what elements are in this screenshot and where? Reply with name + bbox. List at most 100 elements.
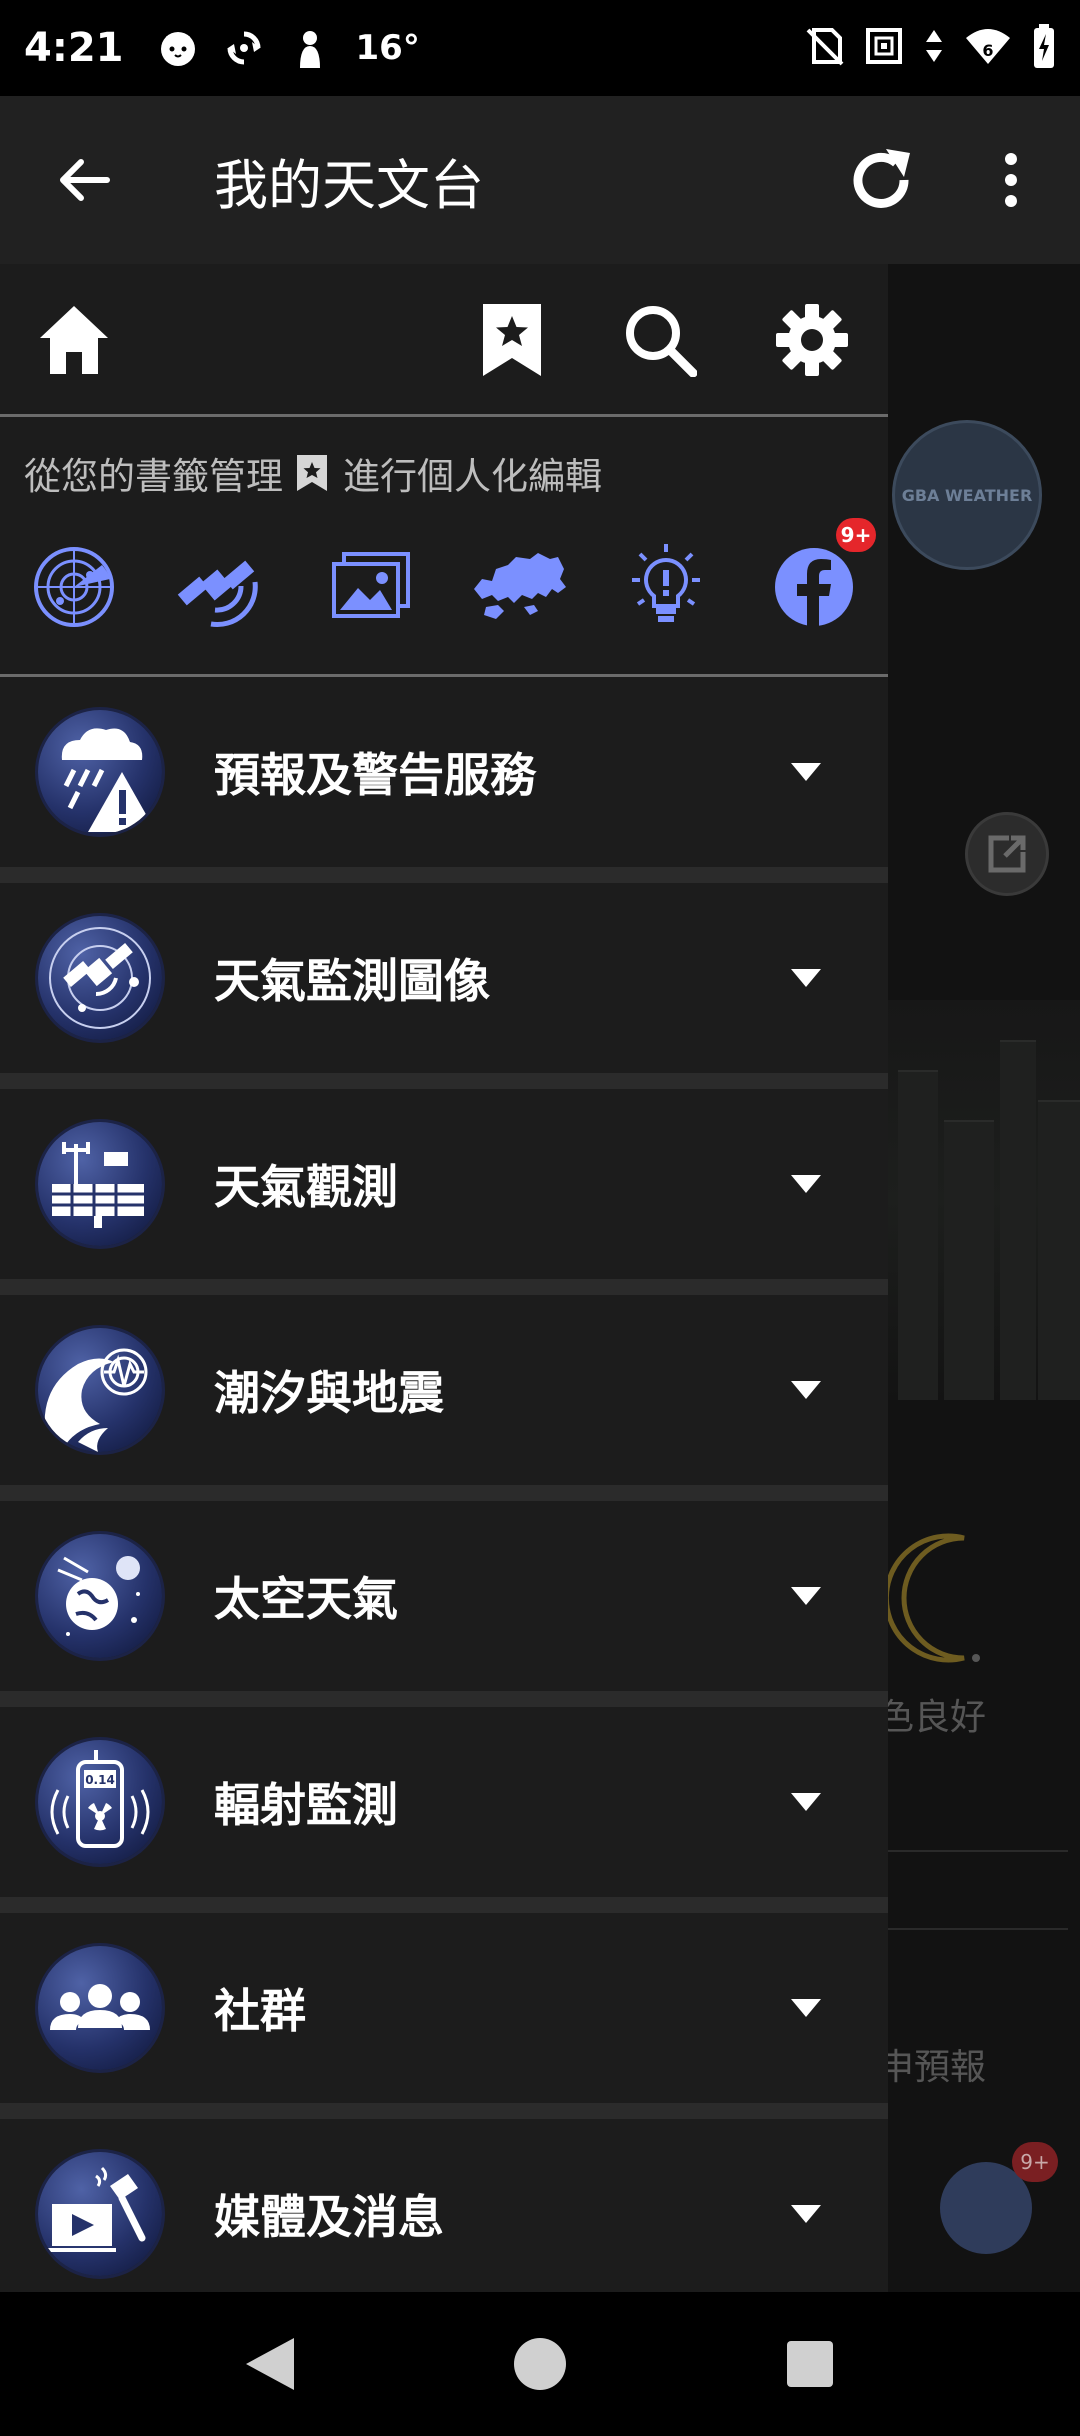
menu-list: 預報及警告服務 天氣監測圖像 天氣觀測 潮汐與地震 太空天氣 0.14 輻射監測… bbox=[0, 677, 888, 2292]
menu-separator bbox=[0, 1073, 888, 1089]
background-divider-1 bbox=[888, 1850, 1068, 1852]
home-icon bbox=[40, 306, 108, 374]
quick-link-images[interactable] bbox=[320, 532, 420, 642]
chevron-down-icon bbox=[786, 2194, 826, 2234]
menu-separator bbox=[0, 1691, 888, 1707]
quick-link-radar[interactable] bbox=[24, 532, 124, 642]
menu-label: 天氣監測圖像 bbox=[214, 954, 490, 1008]
no-sim-icon bbox=[806, 26, 844, 70]
radiation-meter-icon: 0.14 bbox=[38, 1740, 162, 1864]
menu-separator bbox=[0, 1897, 888, 1913]
chevron-down-icon bbox=[786, 1164, 826, 1204]
hint-text-before: 從您的書籤管理 bbox=[24, 455, 283, 498]
background-text-1: 色良好 bbox=[878, 1697, 987, 1738]
app-bar: 我的天文台 bbox=[0, 96, 1080, 264]
menu-label: 太空天氣 bbox=[214, 1572, 398, 1626]
sync-icon bbox=[224, 28, 264, 68]
share-button[interactable] bbox=[965, 812, 1049, 896]
bookmark-mini-icon bbox=[295, 453, 331, 493]
background-divider-2 bbox=[888, 1928, 1068, 1930]
nfc-icon bbox=[864, 26, 904, 70]
battery-level: 6 bbox=[982, 41, 993, 60]
battery-icon bbox=[1032, 24, 1056, 72]
nav-home-button[interactable] bbox=[490, 2314, 590, 2414]
menu-item-weather-images[interactable]: 天氣監測圖像 bbox=[0, 883, 888, 1089]
background-facebook-badge: 9+ bbox=[1012, 2142, 1058, 2182]
status-bar: 4:21 16° 6 bbox=[0, 0, 1080, 96]
more-vert-icon bbox=[1005, 153, 1017, 207]
hint-text-after: 進行個人化編輯 bbox=[343, 455, 602, 498]
facebook-notification-badge: 9+ bbox=[836, 518, 876, 552]
system-navigation-bar bbox=[0, 2292, 1080, 2436]
menu-label: 社群 bbox=[214, 1984, 306, 2038]
bookmark-icon bbox=[483, 304, 541, 376]
background-text-2: 申預報 bbox=[878, 2047, 987, 2088]
radiation-reading: 0.14 bbox=[85, 1773, 115, 1787]
menu-label: 潮汐與地震 bbox=[214, 1366, 444, 1420]
settings-button[interactable] bbox=[762, 290, 862, 390]
community-icon bbox=[38, 1946, 162, 2070]
menu-label: 天氣觀測 bbox=[214, 1160, 398, 1214]
satellite-icon bbox=[177, 560, 258, 627]
home-button[interactable] bbox=[24, 290, 124, 390]
screen: 4:21 16° 6 我的天文台 GBA WEATHER 色良好 申預報 9+ … bbox=[0, 0, 1080, 2436]
chevron-down-icon bbox=[786, 752, 826, 792]
status-temperature: 16° bbox=[355, 28, 420, 68]
gba-badge-text: GBA WEATHER bbox=[901, 485, 1033, 505]
radar-icon bbox=[34, 547, 114, 627]
drawer-toolbar bbox=[0, 264, 888, 416]
chevron-down-icon bbox=[786, 1782, 826, 1822]
menu-item-weather-observations[interactable]: 天氣觀測 bbox=[0, 1089, 888, 1295]
menu-item-forecast-warnings[interactable]: 預報及警告服務 bbox=[0, 677, 888, 883]
satellite-radar-icon bbox=[38, 916, 162, 1040]
bookmark-button[interactable] bbox=[462, 290, 562, 390]
menu-item-community[interactable]: 社群 bbox=[0, 1913, 888, 2119]
refresh-button[interactable] bbox=[826, 125, 936, 235]
status-time: 4:21 bbox=[24, 25, 124, 71]
menu-item-space-weather[interactable]: 太空天氣 bbox=[0, 1501, 888, 1707]
background-city-image bbox=[888, 1000, 1080, 1400]
menu-item-radiation-monitoring[interactable]: 0.14 輻射監測 bbox=[0, 1707, 888, 1913]
back-button[interactable] bbox=[28, 125, 138, 235]
back-triangle-icon bbox=[246, 2338, 294, 2390]
menu-label: 輻射監測 bbox=[214, 1778, 398, 1832]
menu-item-media-news[interactable]: 媒體及消息 bbox=[0, 2119, 888, 2292]
more-options-button[interactable] bbox=[966, 125, 1056, 235]
drawer-toolbar-divider bbox=[0, 414, 888, 417]
share-icon bbox=[988, 835, 1026, 873]
menu-item-tides-earthquakes[interactable]: 潮汐與地震 bbox=[0, 1295, 888, 1501]
menu-separator bbox=[0, 1485, 888, 1501]
quick-link-hong-kong-map[interactable] bbox=[468, 532, 568, 642]
quick-links-row bbox=[0, 532, 888, 642]
menu-separator bbox=[0, 1279, 888, 1295]
chevron-down-icon bbox=[786, 1370, 826, 1410]
gba-weather-badge[interactable]: GBA WEATHER bbox=[892, 420, 1042, 570]
refresh-icon bbox=[853, 149, 910, 208]
data-arrows-icon bbox=[924, 26, 944, 70]
moon-icon bbox=[883, 1530, 994, 1674]
home-circle-icon bbox=[514, 2338, 566, 2390]
nav-recents-button[interactable] bbox=[760, 2314, 860, 2414]
wave-seismic-icon bbox=[38, 1328, 162, 1452]
menu-label: 媒體及消息 bbox=[214, 2190, 444, 2244]
hong-kong-map-icon bbox=[474, 553, 566, 619]
menu-label: 預報及警告服務 bbox=[214, 748, 536, 802]
weather-station-icon bbox=[38, 1122, 162, 1246]
cat-icon bbox=[158, 28, 198, 68]
nav-back-button[interactable] bbox=[220, 2314, 320, 2414]
forecast-warning-icon bbox=[38, 710, 162, 834]
menu-separator bbox=[0, 867, 888, 883]
quick-link-tips[interactable] bbox=[616, 532, 716, 642]
quick-link-satellite[interactable] bbox=[168, 532, 268, 642]
chevron-down-icon bbox=[786, 1988, 826, 2028]
back-arrow-icon bbox=[60, 159, 110, 201]
app-title: 我的天文台 bbox=[214, 153, 484, 217]
space-weather-icon bbox=[38, 1534, 162, 1658]
facebook-icon bbox=[775, 548, 853, 628]
settings-icon bbox=[776, 304, 848, 376]
chevron-down-icon bbox=[786, 1576, 826, 1616]
search-button[interactable] bbox=[610, 290, 710, 390]
search-icon bbox=[626, 306, 697, 377]
navigation-drawer: 從您的書籤管理 進行個人化編輯 9+ 預報及警告服務 天氣監測圖像 天氣觀測 潮… bbox=[0, 264, 888, 2292]
chevron-down-icon bbox=[786, 958, 826, 998]
